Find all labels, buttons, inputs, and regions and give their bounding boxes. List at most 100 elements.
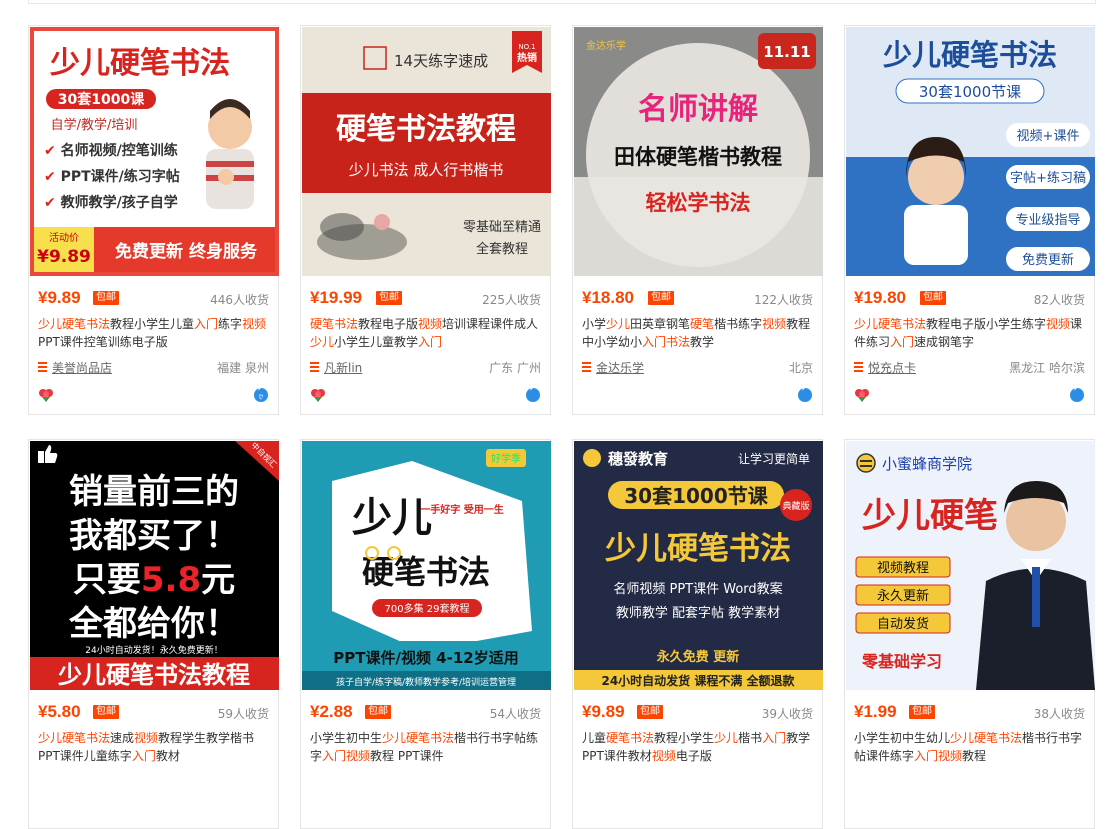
image-badge: 30套1000课 xyxy=(58,91,145,108)
title-text: 教材 xyxy=(155,749,180,763)
shop-name[interactable]: 金达乐学 xyxy=(596,359,644,376)
price: ¥5.80 xyxy=(38,702,81,721)
product-title[interactable]: 少儿硬笔书法速成视频教程学生教学楷书PPT课件儿童练字入门教材 xyxy=(38,729,271,765)
product-image[interactable]: 少儿硬笔书法 30套1000课 自学/教学/培训 ✔ 名师视频/控笔训练 ✔ P… xyxy=(30,27,279,276)
title-keyword-highlight: 少儿硬笔书法 xyxy=(950,731,1023,745)
title-keyword-highlight: 入门 xyxy=(131,749,156,763)
image-slogan: 一手好字 受用一生 xyxy=(420,503,503,516)
product-card[interactable]: 少儿硬笔书法 30套1000节课 视频+课件 字帖+练习稿 专业级指导 免费更新… xyxy=(844,25,1095,415)
product-title[interactable]: 少儿硬笔书法教程小学生儿童入门练字视频 PPT课件控笔训练电子版 xyxy=(38,315,271,351)
svg-text:只要5.8元: 只要5.8元 xyxy=(73,560,235,600)
price: ¥19.80 xyxy=(854,288,907,307)
title-text: 楷书练字 xyxy=(714,317,763,331)
free-shipping-badge: 包邮 xyxy=(920,291,946,305)
shop-icon xyxy=(310,362,319,372)
product-title[interactable]: 小学生初中生幼儿少儿硬笔书法楷书行书字帖课件练字入门视频教程 xyxy=(854,729,1087,765)
product-image[interactable]: 中自视汇 销量前三的 我都买了！ 只要5.8元 全都给你！ 24小时自动发货！永… xyxy=(30,441,279,690)
image-promo: 活动价 xyxy=(49,232,79,244)
product-card[interactable]: 金达乐学 11.11 名师讲解 田体硬笔楷书教程 轻松学书法 ¥18.80 包邮… xyxy=(572,25,823,415)
image-big: 硬笔书法 xyxy=(362,553,490,591)
product-image[interactable]: 金达乐学 11.11 名师讲解 田体硬笔楷书教程 轻松学书法 xyxy=(574,27,823,276)
price: ¥9.89 xyxy=(38,288,81,307)
product-card[interactable]: 14天练字速成 NO.1 热销 硬笔书法教程 少儿书法 成人行书楷书 零基础至精… xyxy=(300,25,551,415)
wangwang-chat-icon[interactable]: ღ xyxy=(253,387,269,403)
product-image[interactable]: 14天练字速成 NO.1 热销 硬笔书法教程 少儿书法 成人行书楷书 零基础至精… xyxy=(302,27,551,276)
image-line: 名师讲解 xyxy=(638,92,758,127)
product-image[interactable]: 好学季 少儿 一手好字 受用一生 硬笔书法 700多集 29套教程 PPT课件/… xyxy=(302,441,551,690)
product-title[interactable]: 儿童硬笔书法教程小学生少儿楷书入门教学PPT课件教材视频电子版 xyxy=(582,729,815,765)
product-image[interactable]: 穗發教育 让学习更简单 30套1000节课 典藏版 少儿硬笔书法 名师视频 PP… xyxy=(574,441,823,690)
wangwang-chat-icon[interactable] xyxy=(1069,387,1085,403)
shop-name[interactable]: 美誉尚品店 xyxy=(52,359,112,376)
product-card[interactable]: 好学季 少儿 一手好字 受用一生 硬笔书法 700多集 29套教程 PPT课件/… xyxy=(300,439,551,829)
wangwang-chat-icon[interactable] xyxy=(525,387,541,403)
image-footer: 24小时自动发货 课程不满 全额退款 xyxy=(601,673,795,688)
product-card[interactable]: 中自视汇 销量前三的 我都买了！ 只要5.8元 全都给你！ 24小时自动发货！永… xyxy=(28,439,279,829)
image-stamp: 典藏版 xyxy=(782,500,809,512)
title-keyword-highlight: 少儿硬笔书法 xyxy=(854,317,927,331)
product-image[interactable]: 少儿硬笔书法 30套1000节课 视频+课件 字帖+练习稿 专业级指导 免费更新 xyxy=(846,27,1095,276)
title-text: 教程电子版小学生练字 xyxy=(926,317,1047,331)
svg-text:NO.1: NO.1 xyxy=(518,43,535,51)
price: ¥9.89 xyxy=(582,702,625,721)
image-big: 少儿 xyxy=(352,495,432,541)
image-sub: 自学/教学/培训 xyxy=(51,117,138,133)
title-keyword-highlight: 入门 xyxy=(890,335,915,349)
sales-count: 39人收货 xyxy=(761,707,813,721)
image-free: 永久免费 更新 xyxy=(656,649,740,665)
title-text: 电子版 xyxy=(675,749,712,763)
image-brand: 穗發教育 xyxy=(608,450,668,468)
image-badge: 30套1000节课 xyxy=(624,484,768,508)
product-card[interactable]: 小蜜蜂商学院 少儿硬笔 视频教程 永久更新 自动发货 零基础学习 ¥1.99 包… xyxy=(844,439,1095,829)
image-badge: 30套1000节课 xyxy=(919,83,1021,101)
image-check: 教师教学/孩子自学 xyxy=(61,194,178,211)
title-text: 教程电子版 xyxy=(358,317,419,331)
title-keyword-highlight: 入门视频 xyxy=(914,749,963,763)
title-text: 楷书 xyxy=(738,731,763,745)
title-keyword-highlight: 视频 xyxy=(134,731,159,745)
product-title[interactable]: 小学少儿田英章钢笔硬笔楷书练字视频教程中小学幼小入门书法教学 xyxy=(582,315,815,351)
image-line: 全都给你！ xyxy=(68,604,239,644)
title-keyword-highlight: 入门视频 xyxy=(322,749,371,763)
product-card[interactable]: 穗發教育 让学习更简单 30套1000节课 典藏版 少儿硬笔书法 名师视频 PP… xyxy=(572,439,823,829)
title-keyword-highlight: 视频 xyxy=(242,317,267,331)
title-text: 小学 xyxy=(582,317,607,331)
title-keyword-highlight: 入门 xyxy=(762,731,787,745)
top-divider xyxy=(28,0,1096,4)
product-title[interactable]: 少儿硬笔书法教程电子版小学生练字视频课件练习入门速成钢笔字 xyxy=(854,315,1087,351)
title-keyword-highlight: 视频 xyxy=(418,317,443,331)
image-brand: 小蜜蜂商学院 xyxy=(882,455,972,473)
svg-text:✔ 教师教学/孩子自学: ✔ 教师教学/孩子自学 xyxy=(44,194,178,211)
sales-count: 122人收货 xyxy=(754,293,813,307)
price: ¥19.99 xyxy=(310,288,363,307)
image-tag: 视频教程 xyxy=(877,560,929,576)
shop-name[interactable]: 悦充点卡 xyxy=(868,359,916,376)
title-keyword-highlight: 少儿硬笔书法 xyxy=(38,731,111,745)
sales-count: 225人收货 xyxy=(482,293,541,307)
product-title[interactable]: 小学生初中生少儿硬笔书法楷书行书字帖练字入门视频教程 PPT课件 xyxy=(310,729,543,765)
shop-icon xyxy=(38,362,47,372)
product-image[interactable]: 小蜜蜂商学院 少儿硬笔 视频教程 永久更新 自动发货 零基础学习 xyxy=(846,441,1095,690)
wangwang-chat-icon[interactable] xyxy=(797,387,813,403)
image-pill: 专业级指导 xyxy=(1015,213,1080,228)
image-tag: 好学季 xyxy=(491,452,521,465)
title-keyword-highlight: 入门 xyxy=(194,317,219,331)
image-strip: 24小时自动发货！永久免费更新！ xyxy=(85,644,222,656)
image-headline: 硬笔书法教程 xyxy=(336,112,516,147)
location: 北京 xyxy=(788,361,813,375)
image-sub: 少儿书法 成人行书楷书 xyxy=(349,161,504,179)
image-line: 轻松学书法 xyxy=(646,191,751,215)
image-feature: 名师视频 PPT课件 Word教案 xyxy=(613,581,782,597)
title-text: 速成 xyxy=(110,731,135,745)
product-card[interactable]: 少儿硬笔书法 30套1000课 自学/教学/培训 ✔ 名师视频/控笔训练 ✔ P… xyxy=(28,25,279,415)
medal-icon xyxy=(39,389,53,402)
image-headline: 少儿硬笔书法 xyxy=(605,531,791,567)
location: 广东 广州 xyxy=(489,361,541,375)
free-shipping-badge: 包邮 xyxy=(93,705,119,719)
sales-count: 59人收货 xyxy=(217,707,269,721)
title-text: 教程小学生 xyxy=(654,731,715,745)
shop-name[interactable]: 凡新lin xyxy=(324,359,362,376)
image-footer: 少儿硬笔书法教程 xyxy=(57,661,250,689)
title-text: 教程小学生儿童 xyxy=(110,317,195,331)
product-title[interactable]: 硬笔书法教程电子版视频培训课程课件成人少儿小学生儿童教学入门 xyxy=(310,315,543,351)
